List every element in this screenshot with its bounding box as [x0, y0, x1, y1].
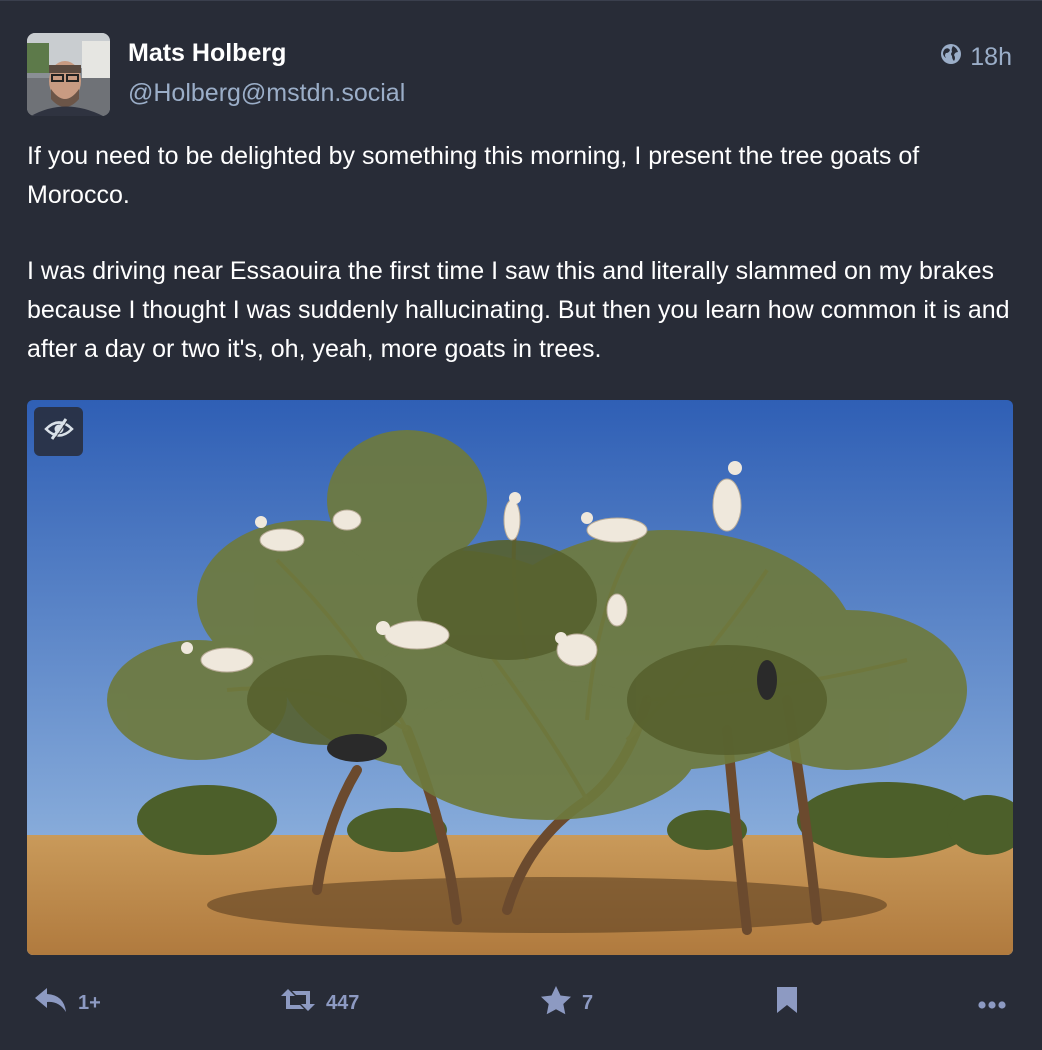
more-options-button[interactable] [978, 981, 1006, 1025]
timestamp[interactable]: 18h [940, 43, 1012, 72]
boost-count: 447 [326, 991, 360, 1014]
ellipsis-icon [978, 992, 1006, 1015]
favourite-button[interactable]: 7 [540, 981, 593, 1025]
hide-media-button[interactable] [34, 407, 83, 456]
account-handle[interactable]: @Holberg@mstdn.social [128, 79, 405, 108]
favourite-count: 7 [582, 991, 594, 1014]
status-content: If you need to be delighted by something… [27, 137, 1017, 406]
bookmark-icon [776, 986, 798, 1020]
timestamp-label: 18h [970, 43, 1012, 71]
reply-icon [34, 987, 68, 1019]
bookmark-button[interactable] [776, 981, 798, 1025]
boost-button[interactable]: 447 [280, 981, 359, 1025]
reply-count: 1+ [78, 991, 101, 1014]
star-icon [540, 985, 572, 1021]
globe-icon [940, 43, 962, 72]
media-image[interactable] [27, 400, 1013, 955]
avatar[interactable] [27, 33, 110, 116]
reply-button[interactable]: 1+ [34, 981, 101, 1025]
content-paragraph: If you need to be delighted by something… [27, 142, 920, 209]
status-card: Mats Holberg @Holberg@mstdn.social 18h I… [0, 0, 1042, 1050]
display-name[interactable]: Mats Holberg [128, 39, 286, 68]
content-paragraph: I was driving near Essaouira the first t… [27, 257, 1010, 363]
boost-icon [280, 987, 316, 1019]
eye-slash-icon [43, 418, 74, 445]
action-bar: 1+ 447 7 [0, 981, 1042, 1025]
